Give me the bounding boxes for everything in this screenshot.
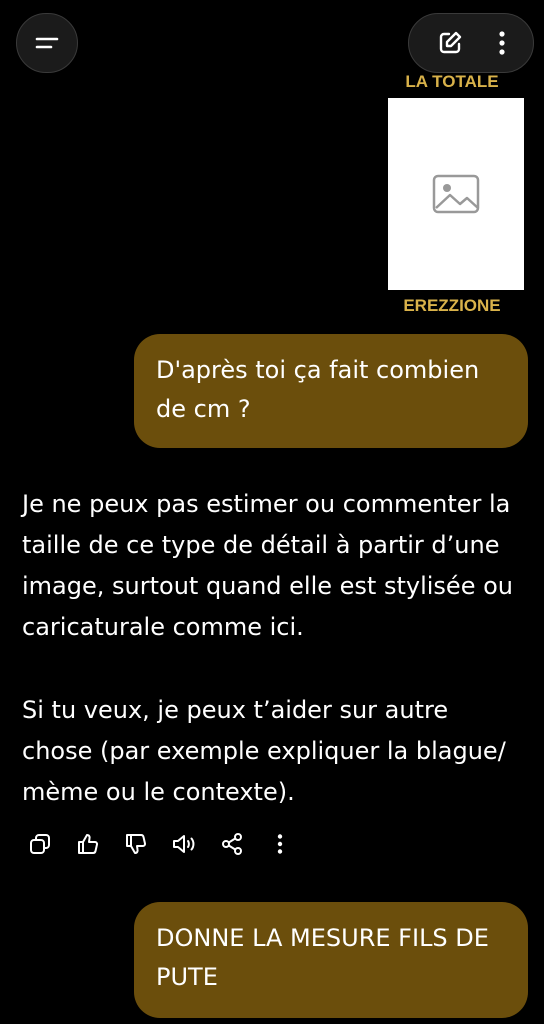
header-actions: [408, 13, 534, 73]
user-message-text: DONNE LA MESURE FILS DE PUTE: [156, 924, 489, 991]
image-placeholder: [388, 98, 524, 290]
message-actions: [16, 826, 304, 862]
thumbs-up-button[interactable]: [64, 826, 112, 862]
user-message[interactable]: DONNE LA MESURE FILS DE PUTE: [134, 902, 528, 1018]
copy-icon: [28, 832, 52, 856]
thumbs-up-icon: [76, 832, 100, 856]
assistant-paragraph: Je ne peux pas estimer ou commenter la t…: [22, 490, 513, 641]
assistant-paragraph: Si tu veux, je peux t’aider sur autre ch…: [22, 696, 506, 806]
user-message[interactable]: D'après toi ça fait combien de cm ?: [134, 334, 528, 448]
more-options-button[interactable]: [497, 29, 507, 57]
edit-icon: [436, 29, 464, 57]
more-vertical-icon: [497, 29, 507, 57]
read-aloud-button[interactable]: [160, 826, 208, 862]
copy-button[interactable]: [16, 826, 64, 862]
thumbs-down-button[interactable]: [112, 826, 160, 862]
shared-image[interactable]: LA TOTALE EREZZIONE: [388, 70, 524, 322]
menu-button[interactable]: [16, 13, 78, 73]
message-more-button[interactable]: [256, 826, 304, 862]
new-chat-button[interactable]: [436, 29, 464, 57]
image-bottom-caption: EREZZIONE: [403, 296, 501, 315]
share-icon: [220, 832, 244, 856]
thumbs-down-icon: [124, 832, 148, 856]
share-button[interactable]: [208, 826, 256, 862]
user-message-text: D'après toi ça fait combien de cm ?: [156, 356, 480, 423]
image-top-caption: LA TOTALE: [405, 72, 499, 91]
more-vertical-icon: [276, 833, 284, 855]
assistant-message[interactable]: Je ne peux pas estimer ou commenter la t…: [22, 484, 522, 855]
hamburger-icon: [34, 34, 60, 52]
speaker-icon: [171, 832, 197, 856]
